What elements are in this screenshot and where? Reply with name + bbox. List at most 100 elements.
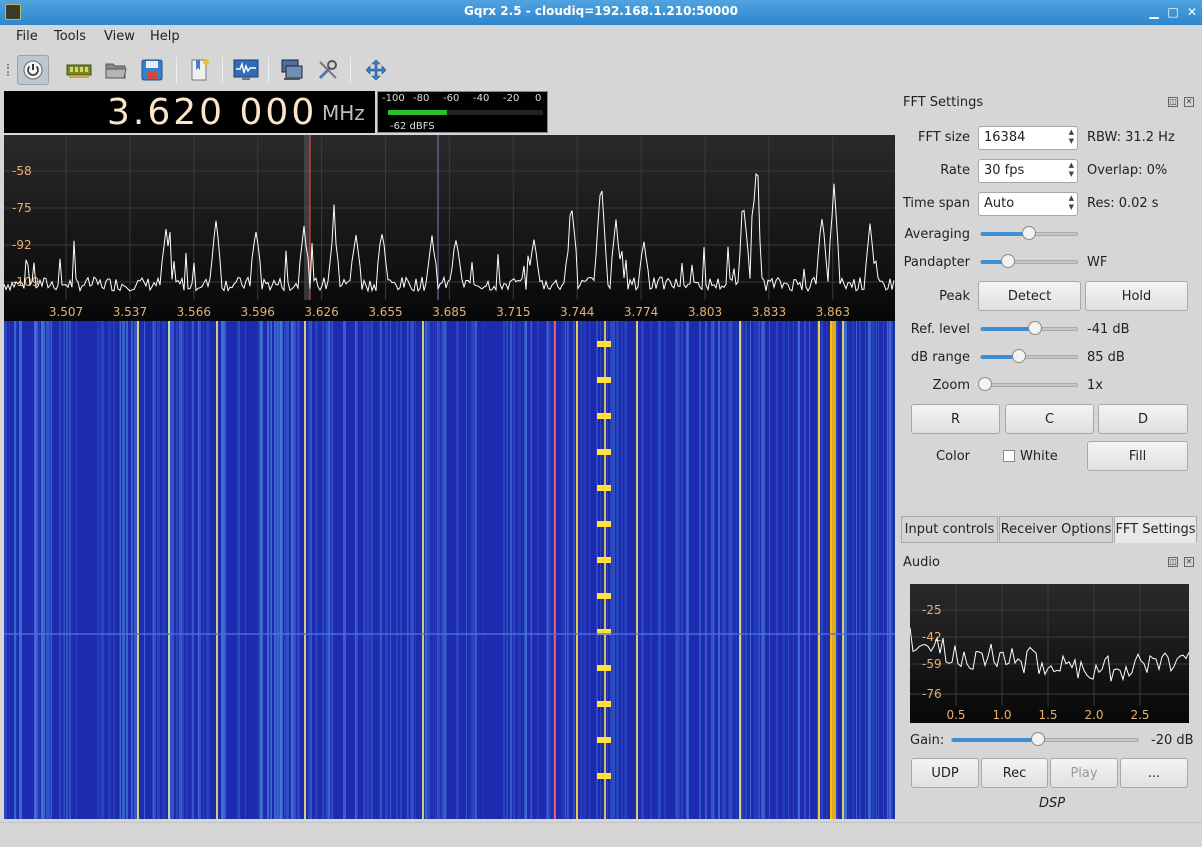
spectrum-plot[interactable]: 3.507 3.537 3.566 3.596 3.626 3.655 3.685 3.715… (4, 135, 895, 321)
waterfall-streak (887, 321, 889, 819)
waterfall-streak (368, 321, 369, 819)
waterfall-streak (284, 321, 285, 819)
waterfall-streak (624, 321, 625, 819)
minimize-icon[interactable]: ▁ (1146, 4, 1162, 20)
slider-handle[interactable] (1000, 254, 1015, 268)
menu-file[interactable]: File (16, 29, 38, 44)
detect-button[interactable]: Detect (978, 281, 1081, 311)
waterfall-streak (36, 321, 38, 819)
spin-arrows-icon[interactable]: ▲ ▼ (1069, 128, 1074, 146)
slider-handle[interactable] (1022, 226, 1036, 240)
remote-control-icon[interactable] (276, 55, 308, 85)
gain-label: Gain: (910, 733, 945, 748)
power-icon[interactable] (17, 55, 49, 85)
x-tick-label: 3.715 (496, 305, 530, 319)
waterfall-streak (428, 321, 429, 819)
waterfall-streak (745, 321, 747, 819)
waterfall-streak (681, 321, 683, 819)
audio-spectrum-plot[interactable]: 0.5 1.0 1.5 2.0 2.5 -25 -42 -59 -76 (910, 584, 1189, 723)
fft-panel-title: FFT Settings (903, 95, 984, 110)
menu-view[interactable]: View (104, 29, 135, 44)
waterfall-streak (804, 321, 806, 819)
save-icon[interactable] (136, 55, 168, 85)
frequency-display[interactable]: 3.620 000 MHz (4, 91, 375, 133)
ref-level-slider[interactable] (980, 321, 1078, 335)
tab-receiver-options[interactable]: Receiver Options (999, 516, 1113, 543)
audio-spectrum-svg[interactable]: 0.5 1.0 1.5 2.0 2.5 -25 -42 -59 -76 (910, 584, 1189, 723)
reset-r-button[interactable]: R (911, 404, 1000, 434)
waterfall-streak (282, 321, 283, 819)
spin-arrows-icon[interactable]: ▲ ▼ (1069, 161, 1074, 179)
fullscreen-icon[interactable] (360, 55, 392, 85)
waterfall-streak (291, 321, 293, 819)
zoom-slider[interactable] (978, 377, 1078, 391)
audio-float-icon[interactable]: ◫ (1168, 557, 1178, 567)
meter-fill (388, 110, 447, 115)
waterfall-svg[interactable] (4, 321, 895, 819)
hold-button[interactable]: Hold (1085, 281, 1188, 311)
time-span-label: Time span (902, 196, 970, 211)
fft-size-select[interactable]: 16384 ▲ ▼ (978, 126, 1078, 150)
audio-close-icon[interactable]: ✕ (1184, 557, 1194, 567)
waterfall-streak (179, 321, 182, 819)
audio-gain-slider[interactable] (951, 732, 1139, 746)
time-span-select[interactable]: Auto ▲ ▼ (978, 192, 1078, 216)
waterfall-streak (643, 321, 644, 819)
frequency-value[interactable]: 3.620 000 (107, 92, 317, 133)
close-panel-icon[interactable]: ✕ (1184, 97, 1194, 107)
waterfall-display[interactable] (4, 321, 895, 819)
close-icon[interactable]: ✕ (1184, 4, 1200, 20)
waterfall-streak (553, 321, 554, 819)
fft-size-value: 16384 (984, 130, 1026, 145)
float-icon[interactable]: ◫ (1168, 97, 1178, 107)
center-c-button[interactable]: C (1005, 404, 1094, 434)
white-checkbox[interactable] (1003, 450, 1015, 462)
slider-handle[interactable] (1030, 732, 1045, 746)
db-range-slider[interactable] (980, 349, 1078, 363)
folder-open-icon[interactable] (100, 55, 132, 85)
slider-handle[interactable] (978, 377, 992, 391)
waterfall-streak (580, 321, 582, 819)
x-tick-label: 3.744 (560, 305, 594, 319)
udp-button[interactable]: UDP (911, 758, 979, 788)
menu-help[interactable]: Help (150, 29, 180, 44)
fill-button[interactable]: Fill (1087, 441, 1188, 471)
waterfall-streak (513, 321, 515, 819)
slider-handle[interactable] (1012, 349, 1027, 363)
x-tick-label: 3.507 (49, 305, 83, 319)
slider-handle[interactable] (1027, 321, 1042, 335)
waterfall-streak (308, 321, 309, 819)
rate-select[interactable]: 30 fps ▲ ▼ (978, 159, 1078, 183)
window-title: Gqrx 2.5 - cloudiq=192.168.1.210:50000 (464, 4, 738, 18)
waterfall-streak (699, 321, 701, 819)
waterfall-carrier (576, 321, 578, 819)
rec-button[interactable]: Rec (981, 758, 1048, 788)
time-span-value: Auto (984, 196, 1015, 211)
bookmark-icon[interactable] (184, 55, 216, 85)
spin-arrows-icon[interactable]: ▲ ▼ (1069, 194, 1074, 212)
audio-spectrum-trace (910, 627, 1189, 682)
waterfall-pulse (597, 413, 611, 419)
hardware-icon[interactable] (63, 55, 95, 85)
waterfall-streak (472, 321, 473, 819)
pandapter-info: WF (1087, 255, 1108, 270)
tab-input-controls[interactable]: Input controls (901, 516, 998, 543)
demod-d-button[interactable]: D (1098, 404, 1188, 434)
pandapter-slider[interactable] (980, 254, 1078, 268)
waterfall-carrier (304, 321, 306, 819)
tools-icon[interactable] (312, 55, 344, 85)
fft-size-label: FFT size (917, 130, 970, 145)
averaging-slider[interactable] (980, 226, 1078, 240)
tab-fft-settings[interactable]: FFT Settings (1114, 516, 1197, 543)
waterfall-streak (206, 321, 208, 819)
play-button[interactable]: Play (1050, 758, 1118, 788)
toolbar-grip[interactable] (7, 64, 11, 76)
maximize-icon[interactable]: □ (1165, 4, 1181, 20)
waterfall-streak (730, 321, 733, 819)
waveform-icon[interactable] (230, 55, 262, 85)
waterfall-streak (844, 321, 847, 819)
waterfall-streak (162, 321, 163, 819)
spectrum-svg[interactable]: 3.507 3.537 3.566 3.596 3.626 3.655 3.685 3.715… (4, 135, 895, 321)
more-options-button[interactable]: ... (1120, 758, 1188, 788)
menu-tools[interactable]: Tools (54, 29, 86, 44)
